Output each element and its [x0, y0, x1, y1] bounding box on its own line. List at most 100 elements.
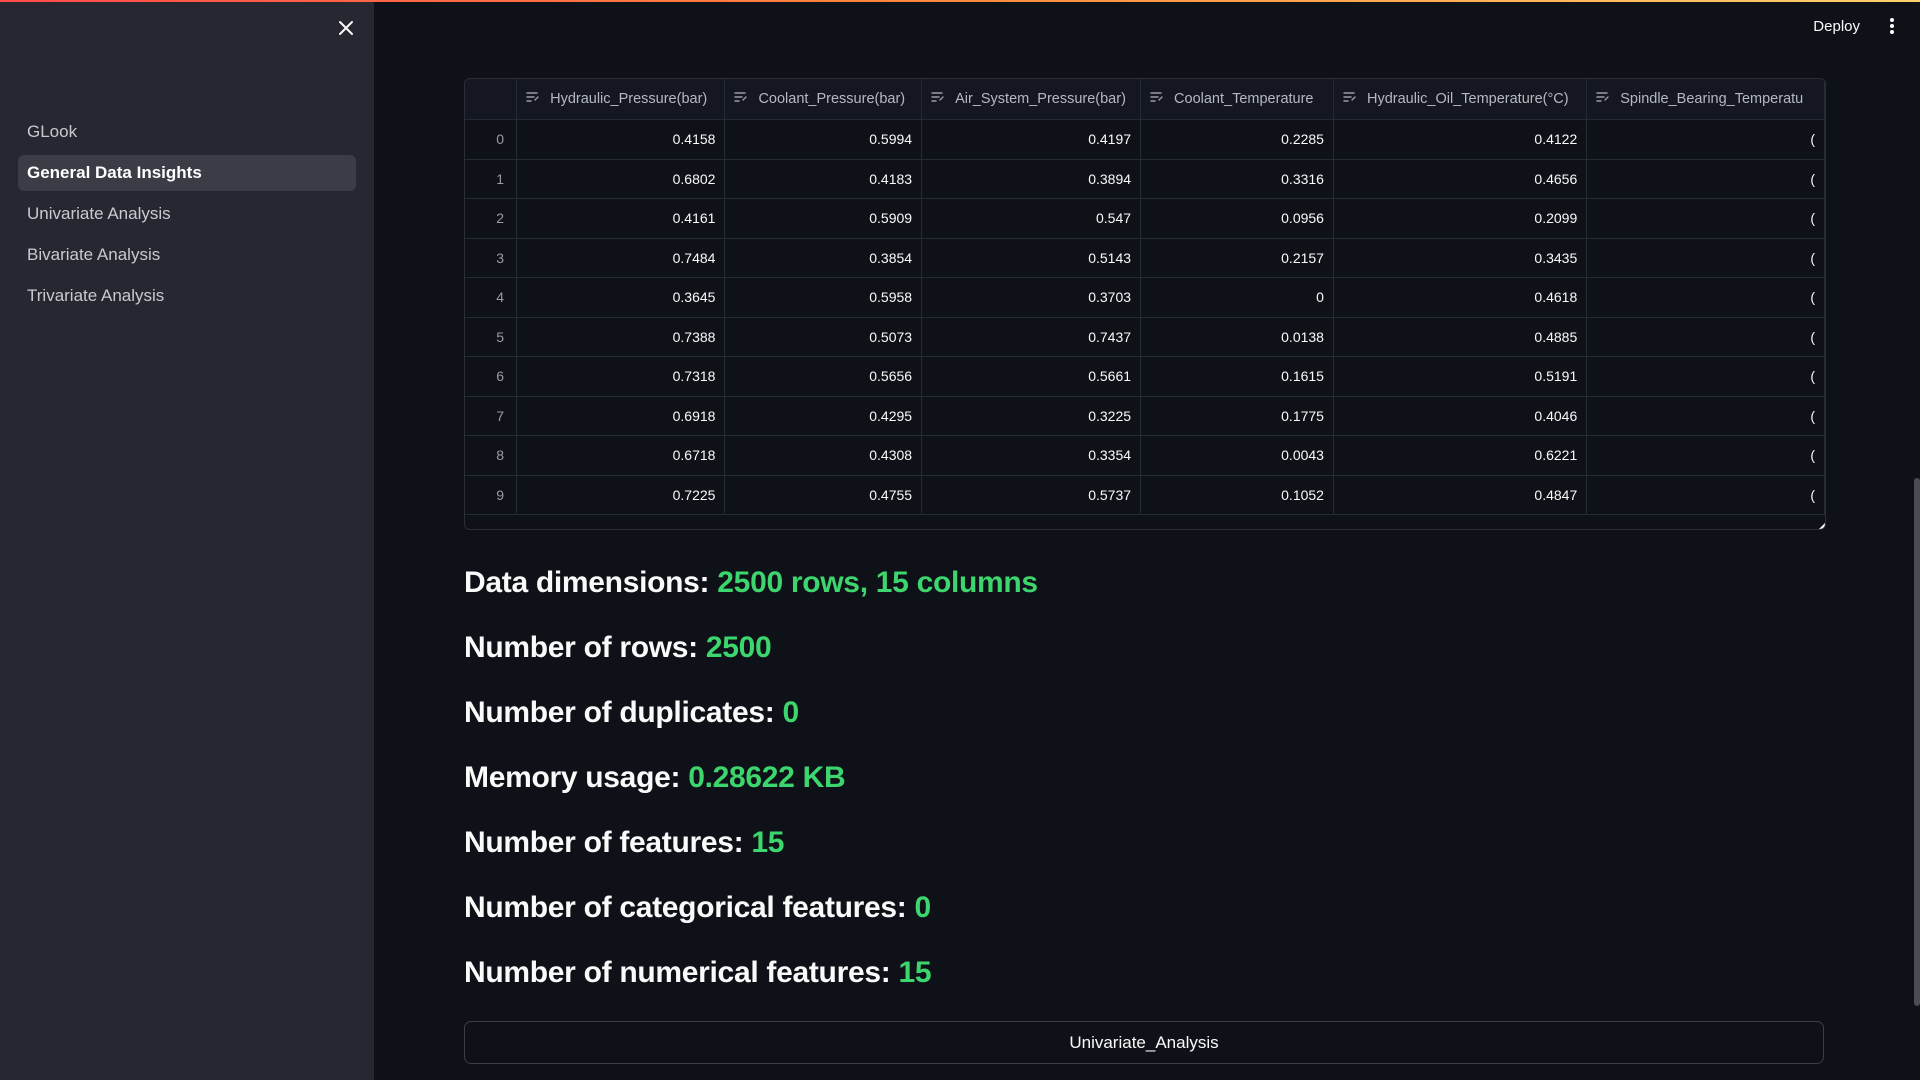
table-cell[interactable]: 0.1052: [1140, 475, 1334, 515]
row-index-cell[interactable]: 4: [465, 277, 518, 318]
table-cell[interactable]: (: [1586, 356, 1825, 397]
table-cell[interactable]: 0.5143: [921, 238, 1142, 278]
table-cell[interactable]: (: [1586, 396, 1825, 436]
column-type-icon: [734, 91, 748, 107]
table-cell[interactable]: 0.4183: [724, 159, 923, 199]
close-sidebar-button[interactable]: [332, 14, 360, 42]
column-type-icon: [1150, 91, 1164, 107]
table-cell[interactable]: 0.5958: [724, 277, 923, 318]
table-cell[interactable]: 0.7388: [516, 317, 726, 357]
column-header[interactable]: Coolant_Temperature: [1140, 79, 1334, 120]
column-header[interactable]: Spindle_Bearing_Temperatu: [1586, 79, 1825, 120]
row-index-cell[interactable]: 0: [465, 119, 518, 160]
sidebar-item-bivariate-analysis[interactable]: Bivariate Analysis: [18, 237, 356, 273]
stat-label: Data dimensions:: [464, 566, 710, 599]
table-cell[interactable]: 0.1775: [1140, 396, 1334, 436]
table-cell[interactable]: 0.7225: [516, 475, 726, 515]
table-cell[interactable]: 0.3316: [1140, 159, 1334, 199]
stat-label: Number of duplicates:: [464, 696, 775, 729]
row-index-cell[interactable]: 2: [465, 198, 518, 239]
table-cell[interactable]: 0.4755: [724, 475, 923, 515]
table-cell[interactable]: 0.547: [921, 198, 1142, 239]
table-cell[interactable]: 0.7318: [516, 356, 726, 397]
main-menu-button[interactable]: [1880, 14, 1904, 38]
row-index-cell[interactable]: 9: [465, 475, 518, 515]
table-cell[interactable]: 0.5737: [921, 475, 1142, 515]
table-cell[interactable]: 0.2157: [1140, 238, 1334, 278]
table-cell[interactable]: 0.5994: [724, 119, 923, 160]
table-cell[interactable]: 0.4046: [1333, 396, 1588, 436]
column-header[interactable]: Hydraulic_Pressure(bar): [516, 79, 726, 120]
table-cell[interactable]: 0.7437: [921, 317, 1142, 357]
table-header-row: Hydraulic_Pressure(bar) Coolant_Pressure(…: [465, 79, 1825, 120]
column-header[interactable]: Hydraulic_Oil_Temperature(°C): [1333, 79, 1588, 120]
table-cell[interactable]: 0.4656: [1333, 159, 1588, 199]
table-cell[interactable]: 0.3854: [724, 238, 923, 278]
table-cell[interactable]: (: [1586, 277, 1825, 318]
table-cell[interactable]: 0.4847: [1333, 475, 1588, 515]
table-cell[interactable]: 0.4885: [1333, 317, 1588, 357]
row-index-cell[interactable]: 6: [465, 356, 518, 397]
row-index-cell[interactable]: 7: [465, 396, 518, 436]
table-cell[interactable]: 0.5191: [1333, 356, 1588, 397]
row-index-cell[interactable]: 8: [465, 435, 518, 476]
sidebar-item-univariate-analysis[interactable]: Univariate Analysis: [18, 196, 356, 232]
table-cell[interactable]: 0.6718: [516, 435, 726, 476]
table-cell[interactable]: 0.3435: [1333, 238, 1588, 278]
table-cell[interactable]: (: [1586, 238, 1825, 278]
dataframe-table[interactable]: Hydraulic_Pressure(bar) Coolant_Pressure(…: [464, 78, 1826, 530]
table-cell[interactable]: (: [1586, 198, 1825, 239]
table-cell[interactable]: (: [1586, 435, 1825, 476]
table-cell[interactable]: 0.2099: [1333, 198, 1588, 239]
table-cell[interactable]: (: [1586, 119, 1825, 160]
table-cell[interactable]: 0.3645: [516, 277, 726, 318]
table-cell[interactable]: 0.1615: [1140, 356, 1334, 397]
table-cell[interactable]: 0.6221: [1333, 435, 1588, 476]
stat-data-dimensions: Data dimensions: 2500 rows, 15 columns: [464, 566, 1824, 600]
table-cell[interactable]: 0.3354: [921, 435, 1142, 476]
table-cell[interactable]: 0.7484: [516, 238, 726, 278]
column-header[interactable]: Coolant_Pressure(bar): [724, 79, 923, 120]
stat-value: 15: [751, 826, 785, 859]
top-accent-bar: [0, 0, 1920, 2]
table-cell[interactable]: 0.6802: [516, 159, 726, 199]
stat-value: 2500 rows, 15 columns: [717, 566, 1038, 599]
table-cell[interactable]: 0: [1140, 277, 1334, 318]
resize-handle-icon[interactable]: [1817, 521, 1825, 529]
table-cell[interactable]: 0.0043: [1140, 435, 1334, 476]
deploy-button[interactable]: Deploy: [1813, 18, 1860, 35]
stat-label: Number of rows:: [464, 631, 698, 664]
page-scrollbar[interactable]: [1914, 478, 1920, 1006]
table-cell[interactable]: (: [1586, 317, 1825, 357]
table-cell[interactable]: 0.5656: [724, 356, 923, 397]
table-cell[interactable]: 0.4161: [516, 198, 726, 239]
sidebar-item-general-data-insights[interactable]: General Data Insights: [18, 155, 356, 191]
row-index-cell[interactable]: 5: [465, 317, 518, 357]
table-cell[interactable]: 0.5661: [921, 356, 1142, 397]
column-header[interactable]: Air_System_Pressure(bar): [921, 79, 1142, 120]
table-cell[interactable]: 0.4197: [921, 119, 1142, 160]
table-cell[interactable]: 0.5073: [724, 317, 923, 357]
table-cell[interactable]: 0.3894: [921, 159, 1142, 199]
table-cell[interactable]: 0.0956: [1140, 198, 1334, 239]
table-cell[interactable]: 0.4295: [724, 396, 923, 436]
table-cell[interactable]: 0.0138: [1140, 317, 1334, 357]
table-cell[interactable]: 0.4308: [724, 435, 923, 476]
table-cell[interactable]: 0.4122: [1333, 119, 1588, 160]
row-index-cell[interactable]: 3: [465, 238, 518, 278]
sidebar-item-glook[interactable]: GLook: [18, 114, 356, 150]
table-cell[interactable]: (: [1586, 159, 1825, 199]
table-cell[interactable]: 0.4158: [516, 119, 726, 160]
stat-value: 0: [914, 891, 932, 924]
table-cell[interactable]: 0.6918: [516, 396, 726, 436]
table-cell[interactable]: (: [1586, 475, 1825, 515]
table-cell[interactable]: 0.3703: [921, 277, 1142, 318]
stat-value: 2500: [705, 631, 772, 664]
table-cell[interactable]: 0.3225: [921, 396, 1142, 436]
table-cell[interactable]: 0.4618: [1333, 277, 1588, 318]
row-index-cell[interactable]: 1: [465, 159, 518, 199]
sidebar-item-trivariate-analysis[interactable]: Trivariate Analysis: [18, 278, 356, 314]
table-cell[interactable]: 0.5909: [724, 198, 923, 239]
univariate-analysis-button[interactable]: Univariate_Analysis: [464, 1021, 1824, 1064]
table-cell[interactable]: 0.2285: [1140, 119, 1334, 160]
